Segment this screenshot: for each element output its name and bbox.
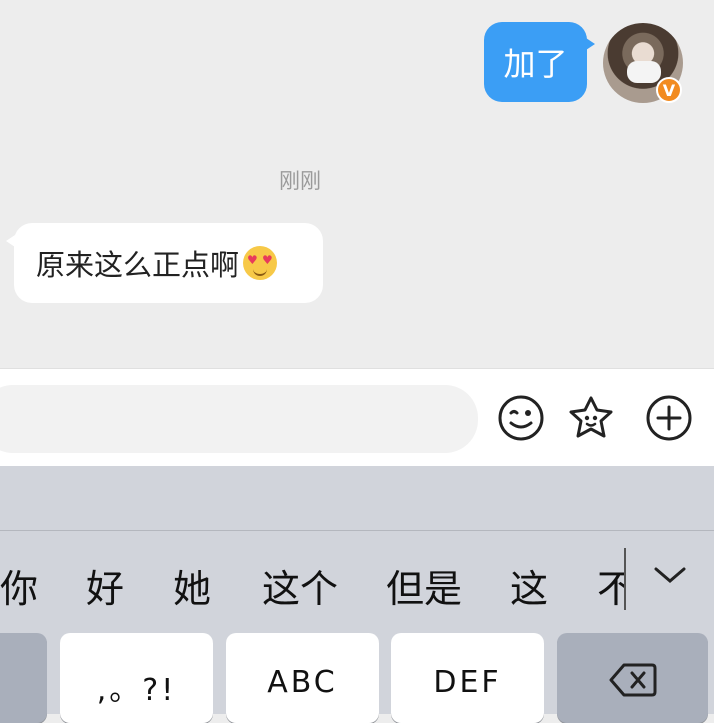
message-composer bbox=[0, 368, 714, 467]
emoji-icon[interactable] bbox=[496, 393, 546, 443]
incoming-message-text: 原来这么正点啊 bbox=[36, 248, 240, 282]
candidate-word[interactable]: 这 bbox=[510, 558, 548, 613]
incoming-message-bubble[interactable]: 原来这么正点啊 ♥ ♥ bbox=[6, 223, 323, 303]
keyboard-key-punctuation[interactable]: ,。?! bbox=[60, 633, 213, 723]
candidate-word[interactable]: 她 bbox=[173, 558, 211, 613]
keyboard-key-abc[interactable]: ABC bbox=[226, 633, 379, 723]
verified-badge-icon: V bbox=[656, 77, 682, 103]
outgoing-message-bubble[interactable]: 加了 bbox=[484, 22, 595, 102]
candidate-word[interactable]: 不 bbox=[597, 558, 624, 610]
chevron-down-icon[interactable] bbox=[652, 564, 688, 586]
candidate-word[interactable]: 好 bbox=[86, 558, 124, 613]
candidate-word[interactable]: 你 bbox=[0, 558, 38, 613]
candidate-word[interactable]: 但是 bbox=[386, 558, 462, 613]
sticker-icon[interactable] bbox=[566, 393, 616, 443]
candidate-word[interactable]: 这个 bbox=[262, 558, 338, 613]
message-timestamp: 刚刚 bbox=[279, 169, 321, 193]
keyboard-key-def[interactable]: DEF bbox=[391, 633, 544, 723]
keyboard-divider bbox=[0, 530, 714, 531]
message-input[interactable] bbox=[0, 385, 478, 453]
text-cursor bbox=[624, 548, 626, 610]
backspace-icon bbox=[609, 663, 656, 697]
heart-eyes-emoji-icon: ♥ ♥ bbox=[243, 246, 278, 280]
chat-area: 加了 V 刚刚 原来这么正点啊 ♥ ♥ bbox=[0, 0, 714, 368]
plus-icon[interactable] bbox=[644, 393, 694, 443]
keyboard-key[interactable] bbox=[0, 633, 47, 723]
delete-key[interactable] bbox=[557, 633, 708, 723]
